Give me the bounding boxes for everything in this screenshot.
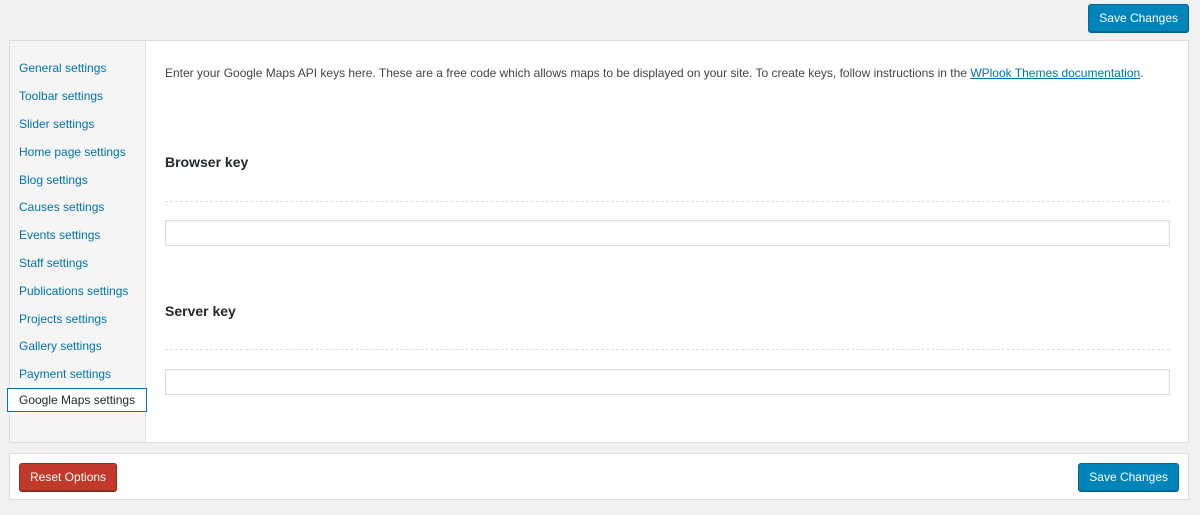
sidebar-item-publications[interactable]: Publications settings <box>10 279 146 303</box>
browser-key-divider <box>165 201 1170 202</box>
browser-key-input[interactable] <box>165 220 1170 246</box>
server-key-divider <box>165 349 1170 350</box>
server-key-heading: Server key <box>165 303 236 319</box>
sidebar-item-toolbar[interactable]: Toolbar settings <box>10 84 146 108</box>
intro-text: Enter your Google Maps API keys here. Th… <box>165 66 971 80</box>
sidebar-item-events[interactable]: Events settings <box>10 223 146 247</box>
sidebar-item-payment[interactable]: Payment settings <box>10 362 146 386</box>
save-changes-button-top[interactable]: Save Changes <box>1088 4 1189 32</box>
intro-description: Enter your Google Maps API keys here. Th… <box>165 65 1165 82</box>
footer-bar: Reset Options Save Changes <box>9 453 1189 500</box>
intro-end: . <box>1140 66 1144 80</box>
sidebar-item-gallery[interactable]: Gallery settings <box>10 334 146 358</box>
top-toolbar: Save Changes <box>0 0 1200 40</box>
settings-panel: General settings Toolbar settings Slider… <box>7 40 1189 443</box>
sidebar-item-causes[interactable]: Causes settings <box>10 195 146 219</box>
sidebar-item-staff[interactable]: Staff settings <box>10 251 146 275</box>
save-changes-button-bottom[interactable]: Save Changes <box>1078 463 1179 491</box>
reset-options-button[interactable]: Reset Options <box>19 463 118 491</box>
server-key-input[interactable] <box>165 369 1170 395</box>
wplook-docs-link[interactable]: WPlook Themes documentation <box>970 66 1140 80</box>
sidebar-item-blog[interactable]: Blog settings <box>10 168 146 192</box>
sidebar-item-slider[interactable]: Slider settings <box>10 112 146 136</box>
settings-sidebar: General settings Toolbar settings Slider… <box>7 41 147 442</box>
sidebar-item-google-maps[interactable]: Google Maps settings <box>7 388 147 412</box>
browser-key-heading: Browser key <box>165 154 249 170</box>
sidebar-item-general[interactable]: General settings <box>10 56 146 80</box>
sidebar-item-home-page[interactable]: Home page settings <box>10 140 146 164</box>
sidebar-item-projects[interactable]: Projects settings <box>10 307 146 331</box>
settings-content: Enter your Google Maps API keys here. Th… <box>165 41 1170 442</box>
